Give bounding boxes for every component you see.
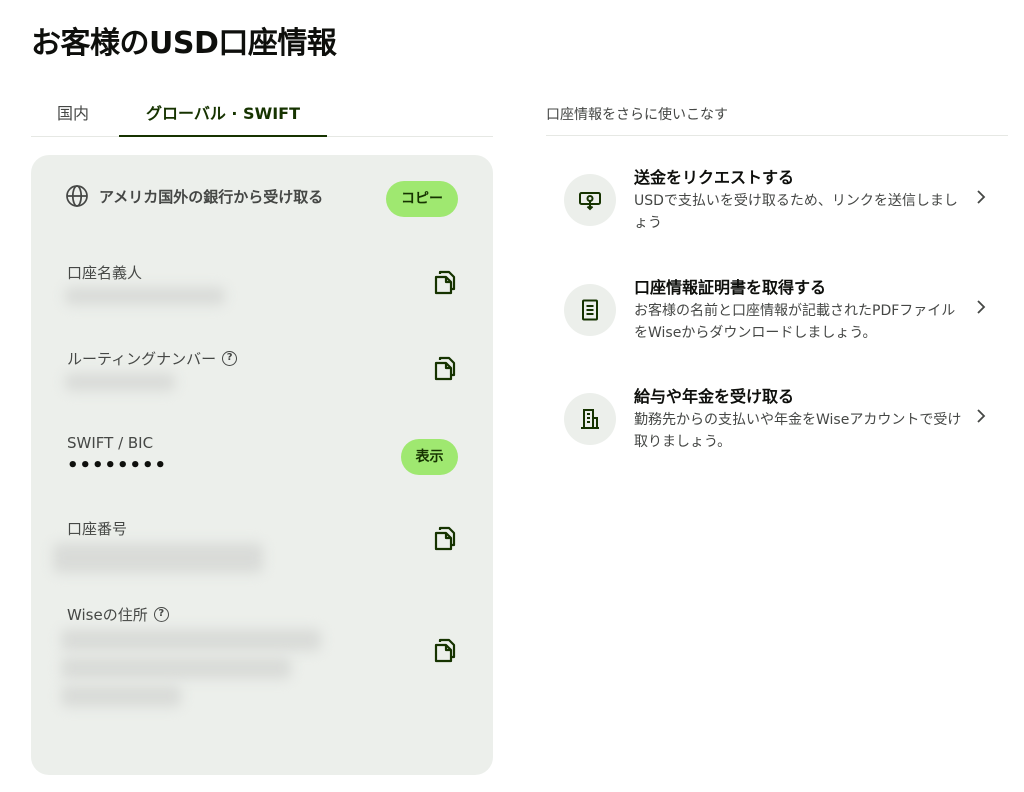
building-icon: [581, 409, 599, 429]
help-icon[interactable]: ?: [222, 351, 238, 366]
tab-domestic[interactable]: 国内: [57, 96, 89, 137]
account-details-card: アメリカ国外の銀行から受け取る コピー 口座名義人 ルーティングナンバー ? S…: [31, 155, 493, 775]
chevron-right-icon: [977, 300, 986, 314]
action-icon-circle: [564, 174, 616, 226]
action-icon-circle: [564, 284, 616, 336]
copy-icon[interactable]: [433, 637, 457, 663]
wise-address-label: Wiseの住所 ?: [67, 604, 169, 625]
action-title: 送金をリクエストする: [634, 168, 795, 187]
swift-label: SWIFT / BIC: [67, 434, 154, 452]
copy-icon[interactable]: [433, 525, 457, 551]
more-options-heading: 口座情報をさらに使いこなす: [546, 104, 1008, 136]
wise-address-line-redacted: [61, 657, 291, 679]
action-description: 勤務先からの支払いや年金をWiseアカウントで受け取りましょう。: [634, 412, 962, 450]
account-holder-label: 口座名義人: [67, 264, 143, 282]
wise-address-line-redacted: [61, 629, 321, 651]
request-money-action[interactable]: 送金をリクエストする USDで支払いを受け取るため、リンクを送信しましょう: [564, 164, 1004, 244]
card-header: アメリカ国外の銀行から受け取る: [65, 184, 323, 208]
action-icon-circle: [564, 393, 616, 445]
action-title: 給与や年金を受け取る: [634, 387, 795, 406]
action-description: お客様の名前と口座情報が記載されたPDFファイルをWiseからダウンロードしまし…: [634, 303, 956, 341]
card-header-label: アメリカ国外の銀行から受け取る: [99, 187, 324, 206]
get-statement-action[interactable]: 口座情報証明書を取得する お客様の名前と口座情報が記載されたPDFファイルをWi…: [564, 274, 1004, 354]
action-description: USDで支払いを受け取るため、リンクを送信しましょう: [634, 193, 958, 231]
copy-icon[interactable]: [433, 269, 457, 295]
account-holder-value-redacted: [65, 287, 225, 305]
copy-icon[interactable]: [433, 355, 457, 381]
account-number-label: 口座番号: [67, 520, 128, 538]
swift-value-hidden: ••••••••: [67, 455, 168, 476]
chevron-right-icon: [977, 190, 986, 204]
copy-all-button[interactable]: コピー: [386, 181, 458, 217]
wise-address-label-text: Wiseの住所: [67, 606, 148, 624]
chevron-right-icon: [977, 409, 986, 423]
receive-salary-action[interactable]: 給与や年金を受け取る 勤務先からの支払いや年金をWiseアカウントで受け取りまし…: [564, 383, 1004, 463]
show-swift-button[interactable]: 表示: [401, 439, 458, 475]
page-title: お客様のUSD口座情報: [31, 26, 337, 61]
help-icon[interactable]: ?: [153, 607, 169, 622]
request-money-icon: [579, 192, 601, 211]
tab-global-swift[interactable]: グローバル · SWIFT: [119, 96, 327, 137]
routing-number-label: ルーティングナンバー ?: [67, 348, 238, 369]
routing-number-value-redacted: [65, 373, 175, 391]
account-tabs: 国内 グローバル · SWIFT: [31, 96, 493, 137]
globe-icon: [66, 185, 88, 207]
wise-address-line-redacted: [61, 685, 181, 707]
document-icon: [582, 299, 598, 321]
action-title: 口座情報証明書を取得する: [634, 278, 827, 297]
account-number-value-redacted: [53, 543, 263, 573]
routing-number-label-text: ルーティングナンバー: [67, 350, 217, 368]
